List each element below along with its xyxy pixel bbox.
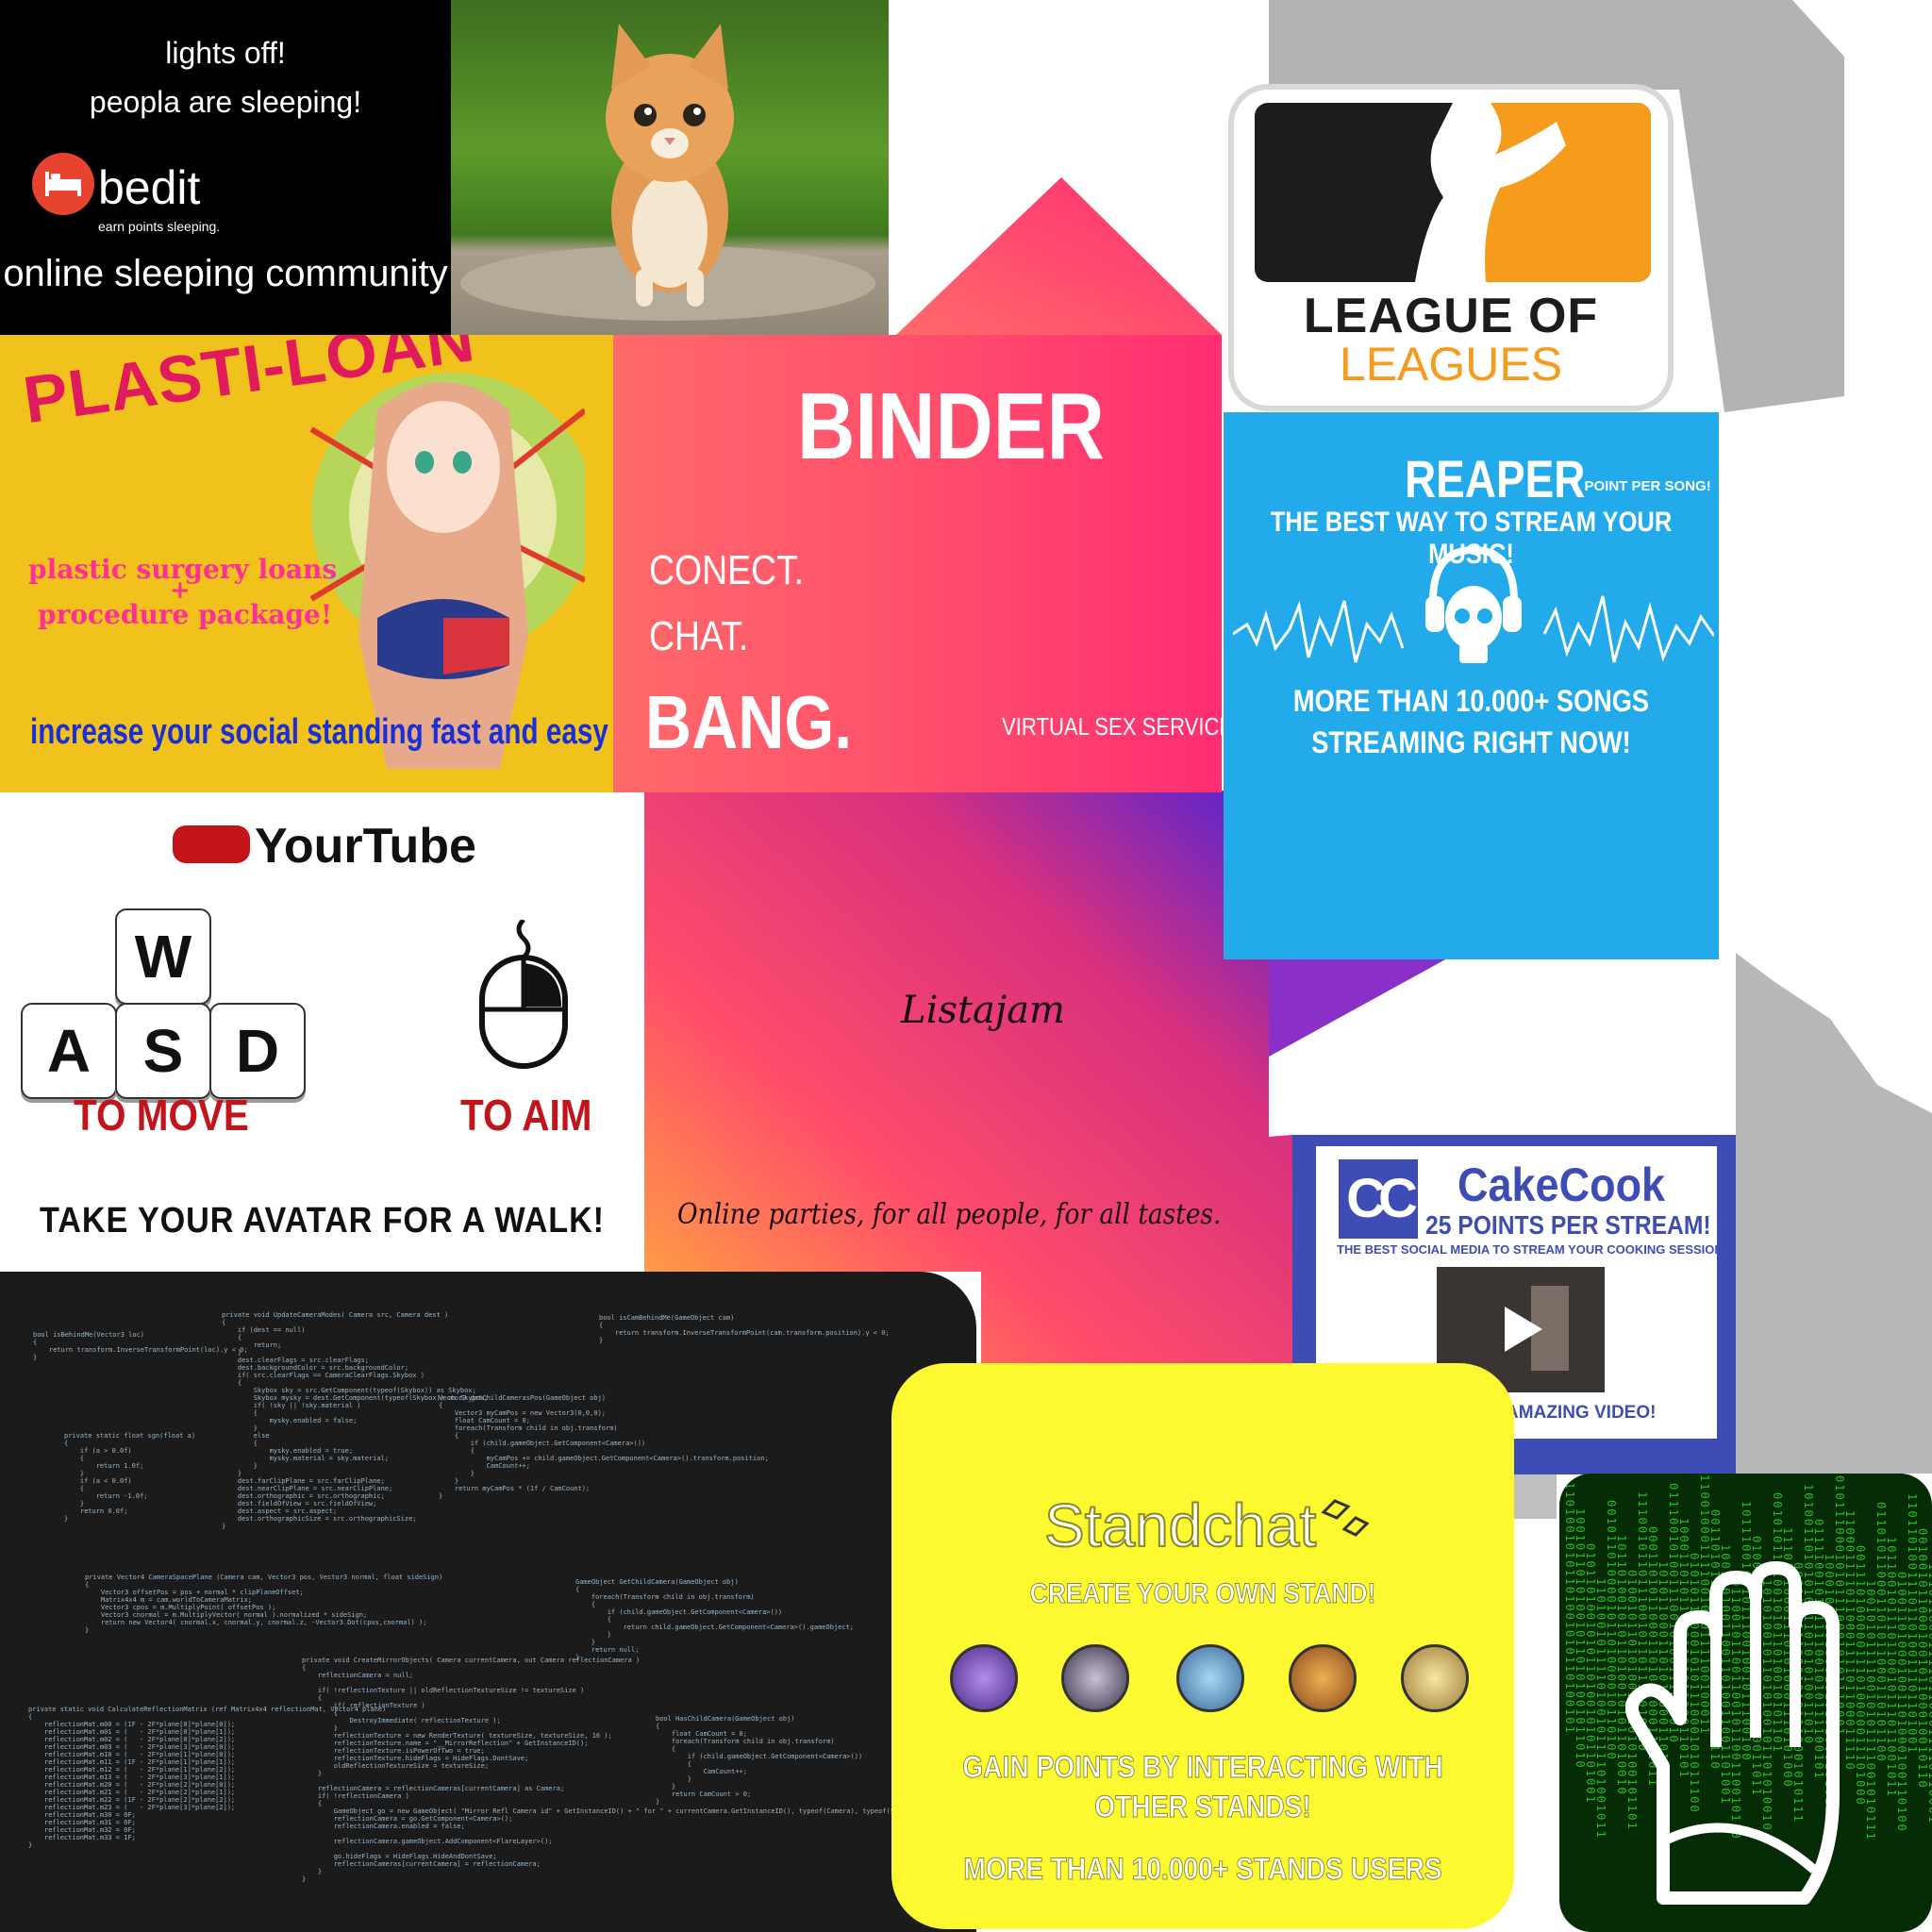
code-snippet: GameObject GetChildCamera(GameObject obj… (575, 1578, 855, 1661)
yourtube-aim-label: TO AIM (460, 1091, 592, 1140)
standchat-tagline: CREATE YOUR OWN STAND! (1029, 1578, 1376, 1610)
bed-icon (32, 153, 94, 215)
cakecook-brand: CakeCook (1457, 1158, 1666, 1211)
bedit-brand: bedit (98, 161, 201, 214)
standchat-panel: Standchat CREATE YOUR OWN STAND! GAIN PO… (891, 1363, 1514, 1929)
stand-avatar[interactable] (1176, 1644, 1244, 1712)
bedit-tagline: earn points sleeping. (98, 219, 221, 234)
league-silhouette-icon (1415, 103, 1566, 282)
league-panel: LEAGUE OF LEAGUES (1234, 90, 1668, 406)
binder-line-1: CONECT. (649, 547, 805, 593)
code-snippet: private static float sgn(float a) { if (… (64, 1432, 196, 1523)
reaper-points: 1 POINT PER SONG! (1573, 478, 1711, 494)
key-w: W (115, 908, 211, 1005)
plasti-loan-slogan: increase your social standing fast and e… (30, 712, 608, 752)
league-logo (1255, 103, 1651, 282)
plasti-loan-panel: PLASTI-LOAN plastic surgery loans + proc… (0, 335, 613, 792)
cakecook-points: 25 POINTS PER STREAM! (1425, 1210, 1711, 1240)
code-snippet: private Vector4 CameraSpacePlane (Camera… (85, 1574, 443, 1634)
standchat-brand: Standchat (1043, 1491, 1317, 1560)
standchat-line-1: GAIN POINTS BY INTERACTING WITH (962, 1750, 1443, 1785)
stand-avatar[interactable] (1061, 1644, 1129, 1712)
plasti-loan-line-2: procedure package! (38, 599, 333, 630)
bedit-panel: lights off! peopla are sleeping! bedit e… (0, 0, 451, 335)
hand-icon (1625, 1561, 1840, 1905)
code-snippet: bool isCamBehindMe(GameObject cam) { ret… (599, 1314, 890, 1344)
code-snippet: bool HasChildCamera(GameObject obj) { fl… (656, 1715, 863, 1806)
matrix-column: 111011000111101100011110110001 (1926, 1563, 1932, 1824)
league-line-2: LEAGUES (1339, 338, 1563, 391)
code-snippet: bool isBehindMe(Vector3 loc) { return tr… (33, 1331, 248, 1361)
cakecook-tagline: THE BEST SOCIAL MEDIA TO STREAM YOUR COO… (1337, 1242, 1736, 1257)
standchat-line-2: OTHER STANDS! (1094, 1790, 1311, 1824)
mouse-icon (479, 920, 568, 1069)
reaper-stat-1: MORE THAN 10.000+ SONGS (1292, 684, 1650, 718)
listajam-brand: Listajam (901, 989, 1065, 1032)
binder-arrow (896, 177, 1222, 335)
standchat-stat: MORE THAN 10.000+ STANDS USERS (963, 1852, 1442, 1887)
binder-title: BINDER (797, 374, 1105, 479)
key-s: S (115, 1003, 211, 1099)
stand-avatar[interactable] (1289, 1644, 1357, 1712)
code-editor-panel: bool isBehindMe(Vector3 loc) { return tr… (0, 1272, 976, 1932)
binder-line-3: BANG. (645, 680, 853, 764)
binder-line-2: CHAT. (649, 613, 749, 659)
listajam-tagline: Online parties, for all people, for all … (677, 1198, 1222, 1231)
key-a: A (21, 1003, 117, 1099)
matrix-panel: 011010010101101001010110100101 1001011010… (1559, 1474, 1932, 1932)
reaper-panel: REAPER 1 POINT PER SONG! THE BEST WAY TO… (1224, 412, 1719, 959)
code-snippet: Vector3 getChildCamerasPos(GameObject ob… (439, 1394, 769, 1500)
bedit-headline-1: lights off! (165, 36, 286, 70)
bedit-headline-2: peopla are sleeping! (89, 85, 362, 119)
kitten-photo (451, 0, 889, 335)
skull-headphones-icon (1425, 545, 1522, 663)
reaper-title: REAPER (1405, 449, 1586, 508)
key-d: D (209, 1003, 306, 1099)
gray-connector-right (1736, 953, 1932, 1474)
league-line-1: LEAGUE OF (1303, 289, 1599, 343)
binder-tagline: VIRTUAL SEX SERVICE (1002, 712, 1234, 741)
stand-logo-icon (1321, 1499, 1370, 1537)
yourtube-logo-icon (173, 825, 250, 863)
stand-avatar[interactable] (1401, 1644, 1469, 1712)
yourtube-panel: YourTube W A S D TO MOVE TO AIM TAKE YOU… (0, 807, 644, 1264)
yourtube-move-label: TO MOVE (74, 1091, 249, 1140)
reaper-stat-2: STREAMING RIGHT NOW! (1311, 725, 1631, 759)
bedit-description: online sleeping community (3, 253, 448, 294)
cakecook-logo-icon: CC (1339, 1159, 1418, 1239)
binder-panel: BINDER CONECT. CHAT. BANG. VIRTUAL SEX S… (613, 335, 1233, 792)
code-snippet: private static void CalculateReflectionM… (28, 1706, 387, 1849)
yourtube-footer: TAKE YOUR AVATAR FOR A WALK! (40, 1201, 605, 1241)
yourtube-brand: YourTube (255, 819, 476, 874)
stand-avatar[interactable] (950, 1644, 1018, 1712)
